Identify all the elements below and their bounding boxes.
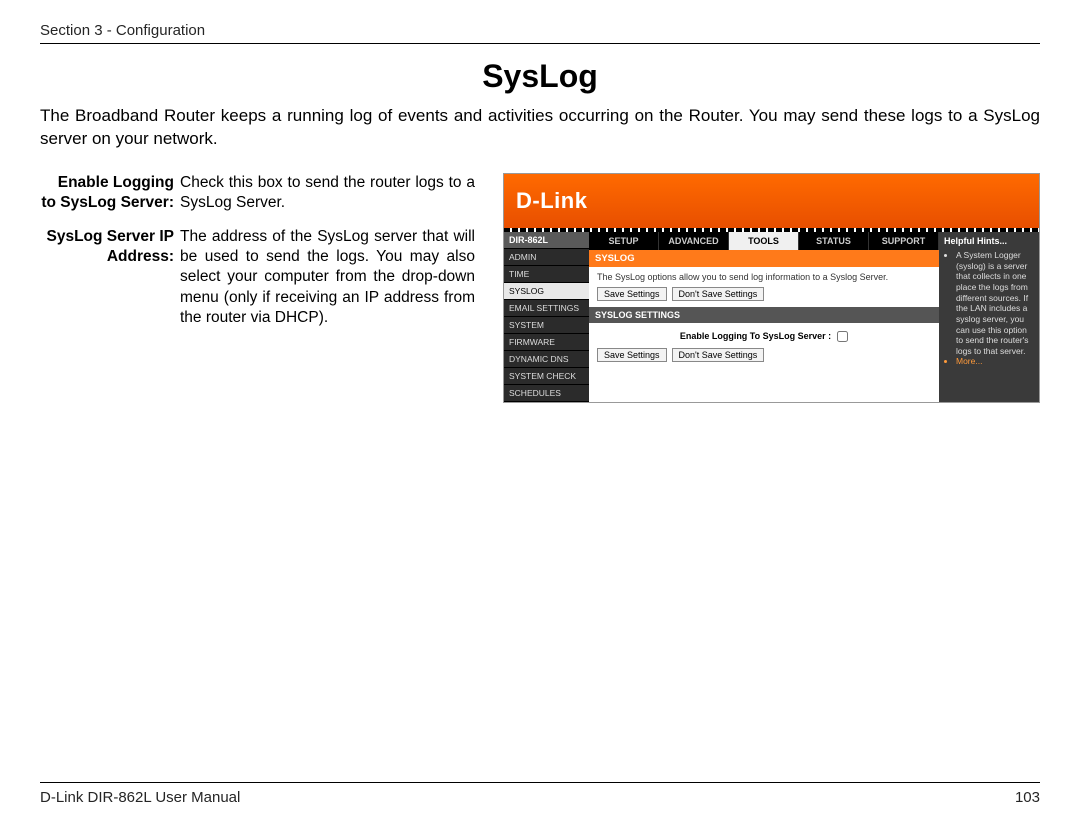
model-label: DIR-862L [504, 232, 589, 249]
brand-text: D-Link [516, 188, 587, 214]
section-header: Section 3 - Configuration [40, 22, 1040, 43]
enable-logging-checkbox[interactable] [837, 331, 848, 342]
tab-tools[interactable]: TOOLS [729, 232, 799, 250]
sidebar-item-schedules[interactable]: SCHEDULES [504, 385, 589, 402]
side-menu: ADMIN TIME SYSLOG EMAIL SETTINGS SYSTEM … [504, 249, 589, 402]
divider-top [40, 43, 1040, 44]
settings-bar: SYSLOG SETTINGS [589, 307, 939, 323]
sidebar-item-system[interactable]: SYSTEM [504, 317, 589, 334]
definition-list: Enable Logging to SysLog Server: Check t… [40, 173, 475, 342]
divider-bottom [40, 782, 1040, 783]
intro-paragraph: The Broadband Router keeps a running log… [40, 105, 1040, 151]
page-number: 103 [1015, 789, 1040, 806]
def-desc-server-ip: The address of the SysLog server that wi… [180, 227, 475, 328]
tab-setup[interactable]: SETUP [589, 232, 659, 250]
hints-more-link[interactable]: More... [956, 356, 1034, 367]
router-main: SETUP ADVANCED TOOLS STATUS SUPPORT SYSL… [589, 232, 939, 402]
def-desc-enable-logging: Check this box to send the router logs t… [180, 173, 475, 213]
hints-text: A System Logger (syslog) is a server tha… [956, 250, 1034, 356]
tab-support[interactable]: SUPPORT [869, 232, 939, 250]
dont-save-settings-button-2[interactable]: Don't Save Settings [672, 348, 765, 362]
hints-panel: Helpful Hints... A System Logger (syslog… [939, 232, 1039, 402]
def-term-server-ip: SysLog Server IP Address: [40, 227, 180, 328]
top-tabs: SETUP ADVANCED TOOLS STATUS SUPPORT [589, 232, 939, 250]
router-sidebar: DIR-862L ADMIN TIME SYSLOG EMAIL SETTING… [504, 232, 589, 402]
router-banner: D-Link [504, 174, 1039, 228]
hints-title: Helpful Hints... [944, 236, 1034, 247]
sidebar-item-admin[interactable]: ADMIN [504, 249, 589, 266]
tab-advanced[interactable]: ADVANCED [659, 232, 729, 250]
sidebar-item-syscheck[interactable]: SYSTEM CHECK [504, 368, 589, 385]
sidebar-item-email[interactable]: EMAIL SETTINGS [504, 300, 589, 317]
enable-logging-label: Enable Logging To SysLog Server : [680, 331, 831, 341]
section-description: The SysLog options allow you to send log… [589, 267, 939, 287]
router-screenshot: D-Link DIR-862L ADMIN TIME SYSLOG EMAIL … [503, 173, 1040, 403]
sidebar-item-syslog[interactable]: SYSLOG [504, 283, 589, 300]
page-footer: D-Link DIR-862L User Manual 103 [40, 782, 1040, 806]
section-title-bar: SYSLOG [589, 250, 939, 267]
def-term-enable-logging: Enable Logging to SysLog Server: [40, 173, 180, 213]
manual-title: D-Link DIR-862L User Manual [40, 789, 240, 806]
sidebar-item-firmware[interactable]: FIRMWARE [504, 334, 589, 351]
sidebar-item-ddns[interactable]: DYNAMIC DNS [504, 351, 589, 368]
save-settings-button-2[interactable]: Save Settings [597, 348, 667, 362]
tab-status[interactable]: STATUS [799, 232, 869, 250]
dont-save-settings-button[interactable]: Don't Save Settings [672, 287, 765, 301]
page-title: SysLog [40, 58, 1040, 95]
dlink-logo: D-Link [516, 188, 587, 214]
save-settings-button[interactable]: Save Settings [597, 287, 667, 301]
sidebar-item-time[interactable]: TIME [504, 266, 589, 283]
